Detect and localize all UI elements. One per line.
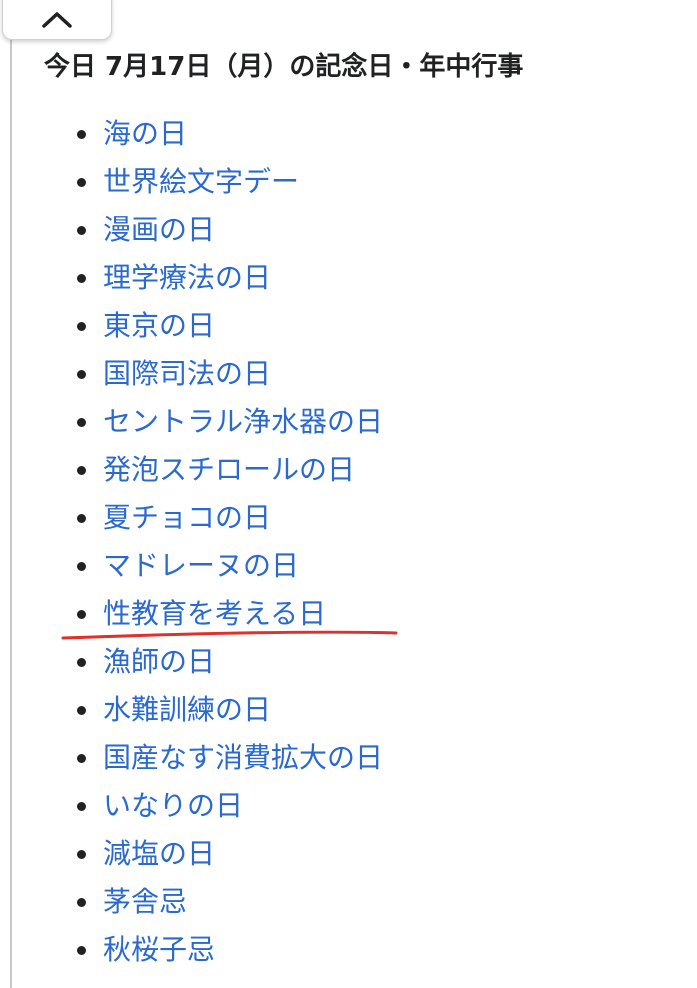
chevron-up-icon — [42, 12, 72, 28]
bullet-icon — [77, 418, 86, 427]
event-link[interactable]: 発泡スチロールの日 — [103, 452, 355, 488]
bullet-icon — [77, 754, 86, 763]
bullet-icon — [77, 562, 86, 571]
bullet-icon — [77, 610, 86, 619]
event-link[interactable]: 秋桜子忌 — [103, 932, 215, 968]
bullet-icon — [77, 898, 86, 907]
event-link[interactable]: 性教育を考える日 — [103, 596, 326, 632]
event-link[interactable]: 水難訓練の日 — [103, 692, 271, 728]
event-link[interactable]: 国際司法の日 — [103, 356, 271, 392]
collapse-button[interactable] — [2, 0, 112, 40]
bullet-icon — [77, 226, 86, 235]
bullet-icon — [77, 514, 86, 523]
bullet-icon — [77, 802, 86, 811]
section-title: 今日 7月17日（月）の記念日・年中行事 — [44, 52, 524, 82]
bullet-icon — [77, 466, 86, 475]
page: 今日 7月17日（月）の記念日・年中行事 海の日 世界絵文字デー 漫画の日 理学… — [0, 0, 697, 988]
bullet-icon — [77, 274, 86, 283]
event-link[interactable]: 世界絵文字デー — [103, 164, 299, 200]
event-link[interactable]: 漁師の日 — [103, 644, 215, 680]
bullet-icon — [77, 370, 86, 379]
event-link[interactable]: 漫画の日 — [103, 212, 215, 248]
event-link[interactable]: 国産なす消費拡大の日 — [103, 740, 383, 776]
bullet-icon — [77, 850, 86, 859]
bullet-icon — [77, 946, 86, 955]
event-link[interactable]: いなりの日 — [103, 788, 243, 824]
event-link[interactable]: 海の日 — [103, 116, 187, 152]
bullet-icon — [77, 178, 86, 187]
bullet-icon — [77, 706, 86, 715]
event-link[interactable]: 茅舎忌 — [103, 884, 187, 920]
bullet-icon — [77, 130, 86, 139]
bullet-icon — [77, 322, 86, 331]
event-link[interactable]: 東京の日 — [103, 308, 215, 344]
event-link[interactable]: 理学療法の日 — [103, 260, 271, 296]
event-link[interactable]: 減塩の日 — [103, 836, 215, 872]
bullet-icon — [77, 658, 86, 667]
section-left-border — [10, 0, 12, 988]
event-link[interactable]: 夏チョコの日 — [103, 500, 271, 536]
event-link[interactable]: セントラル浄水器の日 — [103, 404, 383, 440]
event-link[interactable]: マドレーヌの日 — [103, 548, 299, 584]
